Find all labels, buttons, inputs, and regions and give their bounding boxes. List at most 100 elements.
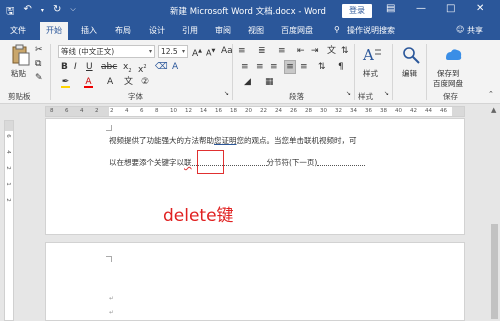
tab-file[interactable]: 文件 [10,25,26,36]
text-effects-icon[interactable]: A [172,61,178,73]
text-line-2[interactable]: 以在想要添个关键字以联 分节符(下一页) [109,157,366,168]
character-shading-icon[interactable]: A [107,76,113,88]
enclose-char-icon[interactable]: ② [141,76,149,88]
cut-icon[interactable]: ✂ [35,44,43,56]
phonetic-guide-icon[interactable]: 文 [124,76,133,88]
center-icon[interactable]: ≡ [256,61,264,73]
ruler-number: 6 [4,134,11,138]
group-separator [232,44,233,100]
document-page[interactable]: 视频提供了功能强大的方法帮助您证明您的观点。当您单击联机视频时，可 以在想要添个… [45,118,465,235]
scroll-thumb[interactable] [491,224,498,319]
share-button[interactable]: 共享 [467,25,483,36]
text-line-1[interactable]: 视频提供了功能强大的方法帮助您证明您的观点。当您单击联机视频时，可 [109,135,357,146]
copy-icon[interactable]: ⧉ [35,58,41,70]
paragraph-dialog-launcher-icon[interactable]: ↘ [346,88,351,100]
styles-icon[interactable]: A [361,44,383,66]
document-title: 新建 Microsoft Word 文档.docx - Word [170,7,326,17]
sort-icon[interactable]: ⇅ [341,45,349,57]
save-icon[interactable]: 🖫 [6,4,15,21]
borders-icon[interactable]: ▦ [265,76,274,88]
share-icon[interactable]: ☺ [456,25,464,34]
dropdown-icon[interactable]: ▾ [41,7,44,21]
chinese-layout-icon[interactable]: 文 [327,45,336,57]
align-right-icon[interactable]: ≡ [270,61,278,73]
horizontal-ruler[interactable]: 8 6 4 2 2 4 6 8 10 12 14 16 18 20 22 24 26 28 30 32 34 36 38 40… [45,106,465,117]
group-separator [354,44,355,100]
vertical-scrollbar[interactable]: ▲ [489,104,500,321]
vertical-ruler[interactable]: 6 4 2 1 2 [4,120,14,321]
styles-label[interactable]: 样式 [363,68,378,79]
shrink-font-icon[interactable]: A▼ [206,45,215,60]
font-size-combo[interactable]: 12.5 ▾ [158,45,188,58]
underline-icon[interactable]: U [86,61,93,73]
close-icon[interactable]: ✕ [476,3,484,14]
ruler-number: 2 [4,198,11,202]
decrease-indent-icon[interactable]: ⇤ [297,45,305,57]
ruler-margin-top [5,121,13,131]
change-case-icon[interactable]: Aa [221,45,233,57]
multilevel-list-icon[interactable]: ≡ [278,45,286,57]
justify-icon[interactable]: ≡ [284,60,296,74]
font-dialog-launcher-icon[interactable]: ↘ [224,88,229,100]
tab-home[interactable]: 开始 [40,22,68,40]
margin-corner-mark [106,125,112,131]
baidu-label[interactable]: 百度网盘 [433,78,463,89]
subscript-icon[interactable]: x2 [123,61,132,77]
styles-dialog-launcher-icon[interactable]: ↘ [384,88,389,100]
minimize-icon[interactable]: — [416,3,426,14]
customize-icon[interactable]: ⌵ [70,5,75,21]
align-left-icon[interactable]: ≡ [241,61,249,73]
ruler-number: 4 [80,108,84,114]
show-marks-icon[interactable]: ¶ [338,61,344,73]
undo-icon[interactable]: ↶ [24,4,32,21]
title-bar: 🖫 ↶ ▾ ↻ ⌵ 新建 Microsoft Word 文档.docx - Wo… [0,0,500,22]
login-button[interactable]: 登录 [342,4,372,18]
bold-icon[interactable]: B [61,61,68,73]
quick-access-toolbar: 🖫 ↶ ▾ ↻ ⌵ [6,4,76,21]
ruler-number: 40 [395,108,402,114]
editing-label[interactable]: 编辑 [402,68,417,79]
clear-format-icon[interactable]: ⌫ [155,61,168,73]
delete-key-annotation: delete键 [163,206,234,226]
ruler-number: 4 [125,108,129,114]
paste-icon[interactable] [10,44,32,66]
tab-view[interactable]: 视图 [248,25,264,36]
ruler-number: 28 [305,108,312,114]
font-name-combo[interactable]: 等线 (中文正文) ▾ [58,45,155,58]
baidu-save-icon[interactable] [442,44,464,66]
superscript-icon[interactable]: x2 [138,61,147,76]
maximize-icon[interactable]: □ [446,3,455,14]
tab-insert[interactable]: 插入 [81,25,97,36]
ribbon-home: 粘贴 ✂ ⧉ ✎ 剪贴板 等线 (中文正文) ▾ 12.5 ▾ A▲ A▼ Aa B… [0,40,500,104]
scroll-up-icon[interactable]: ▲ [491,106,496,114]
ruler-number: 20 [245,108,252,114]
strikethrough-icon[interactable]: abc [101,61,117,73]
distributed-icon[interactable]: ≡ [300,61,308,73]
ruler-number: 26 [290,108,297,114]
tab-references[interactable]: 引用 [182,25,198,36]
document-page-2[interactable]: ↵ ↵ [45,242,465,321]
italic-icon[interactable]: I [74,61,77,73]
numbering-icon[interactable]: ≣ [258,45,266,57]
highlight-icon[interactable]: ✒ [61,76,70,88]
tab-design[interactable]: 设计 [149,25,165,36]
shading-icon[interactable]: ◢ [244,76,251,88]
selection-highlight-box [197,150,224,174]
bullets-icon[interactable]: ≡ [238,45,246,57]
line-spacing-icon[interactable]: ⇅ [318,61,326,73]
redo-icon[interactable]: ↻ [53,4,61,21]
ruler-number: 16 [215,108,222,114]
tab-baidu[interactable]: 百度网盘 [281,25,313,36]
ribbon-display-icon[interactable]: ▤ [386,3,395,14]
tell-me-search[interactable]: 操作说明搜索 [347,25,395,36]
tab-layout[interactable]: 布局 [115,25,131,36]
paste-label: 粘贴 [11,69,26,78]
font-color-icon[interactable]: A [84,76,93,88]
collapse-ribbon-icon[interactable]: ⌃ [488,88,494,100]
tab-review[interactable]: 审阅 [215,25,231,36]
grow-font-icon[interactable]: A▲ [192,45,202,60]
increase-indent-icon[interactable]: ⇥ [311,45,319,57]
tell-me-icon[interactable]: ⚲ [334,25,340,34]
format-painter-icon[interactable]: ✎ [35,72,43,84]
editing-icon[interactable] [400,44,422,66]
